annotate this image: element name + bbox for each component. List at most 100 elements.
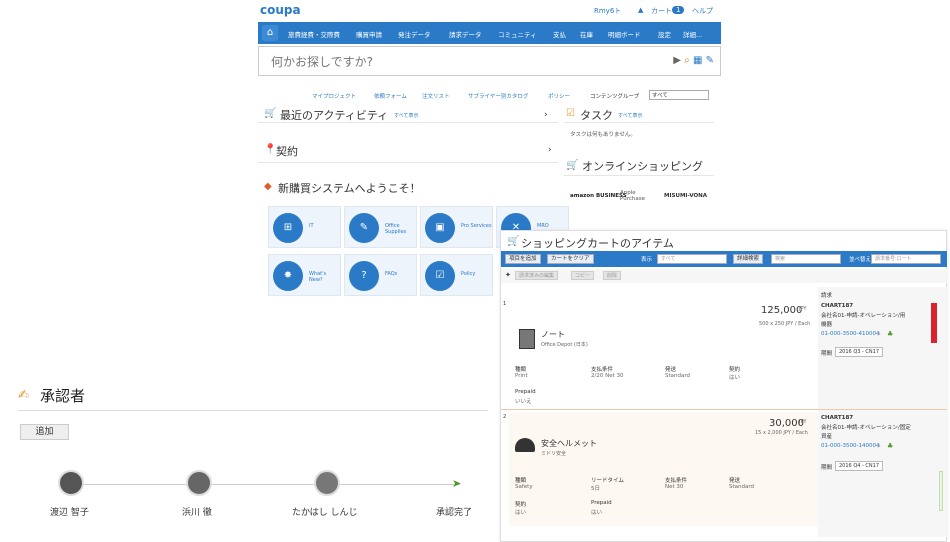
- tool-icon: ✦: [505, 271, 511, 279]
- chevron-right-icon[interactable]: ›: [548, 145, 552, 155]
- approver-name: たかはし しんじ: [292, 508, 358, 518]
- show-select[interactable]: すべて: [657, 254, 727, 264]
- send-icon: ➤: [452, 477, 462, 490]
- delete-button[interactable]: 削除: [603, 271, 622, 280]
- tasks-view-all[interactable]: すべて表示: [618, 112, 642, 119]
- bell-icon[interactable]: ▲: [638, 6, 643, 14]
- add-approver-button[interactable]: 追加: [20, 424, 69, 440]
- cart-search-input[interactable]: 検索: [771, 254, 841, 264]
- item-unit-price: 15 x 2,000 JPY / Each: [755, 430, 808, 436]
- item-supplier[interactable]: ミドリ安全: [541, 450, 566, 457]
- new-badge-icon: ✸: [273, 261, 303, 291]
- item-price: 125,000: [761, 305, 803, 316]
- activity-title: 最近のアクティビティ: [280, 109, 389, 122]
- scrollbar[interactable]: [939, 471, 943, 511]
- search-icon[interactable]: ⌕: [877, 442, 881, 451]
- advanced-search-button[interactable]: 詳細検索: [733, 254, 764, 264]
- billing-id: CHART187: [821, 303, 854, 309]
- nav-item-expenses[interactable]: 旅費経費・交際費: [288, 29, 340, 39]
- pencil-icon: ✎: [349, 213, 379, 243]
- period-select[interactable]: 2016 Q3 - CN17: [835, 347, 884, 357]
- nav-item-board[interactable]: 明細ボード: [608, 29, 641, 39]
- apple-purchase-logo[interactable]: Apple Purchase: [620, 190, 660, 202]
- nav-item-orders[interactable]: 発注データ: [398, 29, 431, 39]
- approvers-title: 承認者: [40, 387, 86, 405]
- account-link[interactable]: 01-000-3500-410004: [821, 331, 879, 337]
- subnav-policy[interactable]: ポリシー: [548, 92, 570, 100]
- misumi-logo[interactable]: MISUMI-VONA: [664, 193, 707, 199]
- content-group-label: コンテンツグループ: [590, 94, 640, 100]
- clear-cart-button[interactable]: カートをクリア: [547, 254, 594, 264]
- grid-icon[interactable]: ▦: [693, 55, 702, 66]
- item-unit-price: 500 x 250 JPY / Each: [759, 321, 811, 327]
- tasks-empty-text: タスクは何もありません。: [570, 132, 636, 138]
- search-bar: ▶ ⌕ ▦ ✎: [258, 46, 721, 76]
- sort-label: 並べ替え: [849, 257, 872, 263]
- nav-item-invoices[interactable]: 請求データ: [449, 29, 482, 39]
- add-item-button[interactable]: 項目を追加: [505, 254, 541, 264]
- search-icon[interactable]: ⌕: [684, 55, 690, 66]
- helmet-image: [515, 438, 535, 452]
- cart-item-row[interactable]: 2 30,000 JPY 15 x 2,000 JPY / Each 安全ヘルメ…: [503, 412, 818, 526]
- tree-icon[interactable]: ♣: [887, 330, 893, 338]
- approval-complete-label: 承認完了: [436, 508, 473, 518]
- tile-whats-new[interactable]: ✸ What's New?: [268, 254, 341, 296]
- nav-item-setup[interactable]: 設定: [658, 29, 671, 39]
- edit-billing-button[interactable]: 請求済みの編集: [515, 271, 559, 280]
- activity-view-all[interactable]: すべて表示: [394, 112, 418, 119]
- tile-office-supplies[interactable]: ✎ Office Supplies: [344, 206, 417, 248]
- home-icon[interactable]: ⌂: [262, 25, 278, 41]
- sort-select[interactable]: 請求番号:ロート: [871, 254, 941, 264]
- nav-item-requisitions[interactable]: 購買申請: [356, 29, 382, 39]
- cart-item-row[interactable]: 1 125,000 JPY 500 x 250 JPY / Each ノート O…: [503, 299, 818, 407]
- nav-item-payments[interactable]: 支払: [553, 29, 566, 39]
- copy-button[interactable]: コピー: [571, 271, 595, 280]
- period-select[interactable]: 2016 Q4 - CN17: [835, 461, 884, 471]
- cart-title: ショッピングカートのアイテム: [521, 237, 674, 250]
- item-name[interactable]: ノート: [541, 329, 565, 340]
- help-link[interactable]: ヘルプ: [692, 6, 713, 16]
- pen-icon: ✍: [18, 388, 29, 403]
- network-icon: ⊞: [273, 213, 303, 243]
- subnav-lists[interactable]: 注文リスト: [422, 92, 450, 100]
- chevron-right-icon[interactable]: ›: [544, 110, 548, 120]
- cart-count-badge: 1: [672, 6, 685, 14]
- coupa-logo: coupa: [260, 3, 301, 17]
- content-group-select[interactable]: すべて: [649, 90, 709, 100]
- welcome-icon: ◆: [264, 181, 272, 192]
- nav-item-inventory[interactable]: 在庫: [580, 29, 593, 39]
- tile-it[interactable]: ⊞ IT: [268, 206, 341, 248]
- item-supplier[interactable]: Office Depot (日本): [541, 341, 588, 348]
- user-menu-link[interactable]: Rmy6ト: [594, 6, 621, 16]
- approver-name: 渡辺 智子: [50, 508, 89, 518]
- contracts-title: 契約: [276, 145, 298, 158]
- tile-pro-services[interactable]: ▣ Pro Services: [420, 206, 493, 248]
- billing-id: CHART187: [821, 415, 854, 421]
- faq-icon: ?: [349, 261, 379, 291]
- subnav-forms[interactable]: 依頼フォーム: [374, 92, 407, 100]
- tree-icon[interactable]: ♣: [887, 442, 893, 450]
- tasks-title: タスク: [580, 109, 613, 122]
- search-input[interactable]: [271, 55, 631, 69]
- billing-header: 請求: [821, 293, 833, 299]
- search-icon[interactable]: ⌕: [877, 330, 881, 339]
- subnav-projects[interactable]: マイプロジェクト: [312, 92, 356, 100]
- nav-item-more[interactable]: 詳細...: [683, 29, 702, 39]
- item-name[interactable]: 安全ヘルメット: [541, 438, 597, 449]
- pen-icon[interactable]: ✎: [706, 55, 714, 66]
- subnav-catalogs[interactable]: サプライヤー別カタログ: [468, 92, 528, 100]
- top-bar: coupa Rmy6ト ▲ カート 1 ヘルプ: [258, 0, 721, 22]
- nav-item-community[interactable]: コミュニティ: [498, 29, 537, 39]
- main-nav: ⌂ 旅費経費・交際費 購買申請 発注データ 請求データ コミュニティ 支払 在庫…: [258, 22, 721, 44]
- tile-faqs[interactable]: ? FAQs: [344, 254, 417, 296]
- cart-panel: 🛒 ショッピングカートのアイテム 項目を追加 カートをクリア 表示 すべて 詳細…: [500, 230, 947, 542]
- play-icon[interactable]: ▶: [673, 55, 681, 66]
- notebook-image: [519, 329, 535, 349]
- approval-line: [70, 484, 460, 485]
- welcome-title: 新購買システムへようこそ！: [278, 182, 421, 195]
- amazon-logo[interactable]: amazon BUSINESS: [570, 193, 627, 199]
- cart-link[interactable]: カート: [651, 6, 672, 16]
- cart-subbar: ✦ 請求済みの編集 コピー 削除: [501, 269, 947, 283]
- account-link[interactable]: 01-000-3500-140004: [821, 443, 879, 449]
- tile-policy[interactable]: ☑ Policy: [420, 254, 493, 296]
